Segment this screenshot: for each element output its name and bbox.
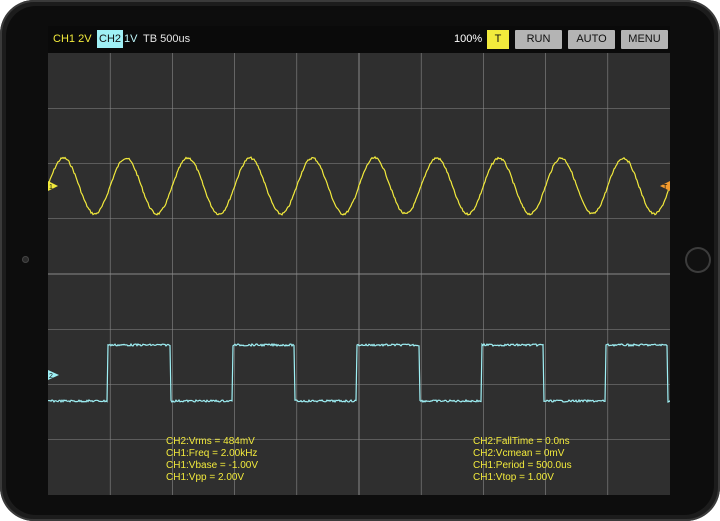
menu-button[interactable]: MENU (621, 30, 668, 49)
ch1-label: CH1 (53, 33, 76, 45)
tablet-frame: CH1 2V CH2 1V TB 500us 100% T RUN AUTO M… (0, 0, 720, 521)
measurement-ch1-vtop: CH1:Vtop = 1.00V (473, 472, 554, 483)
top-toolbar: CH1 2V CH2 1V TB 500us 100% T RUN AUTO M… (48, 26, 670, 53)
run-button[interactable]: RUN (515, 30, 562, 49)
ch1-scale: 2V (78, 33, 92, 45)
home-button[interactable] (685, 247, 711, 273)
measurement-ch1-freq: CH1:Freq = 2.00kHz (166, 448, 258, 459)
ch1-marker-text: 1 (49, 184, 53, 191)
ch2-label[interactable]: CH2 (97, 30, 124, 48)
measurement-ch2-vcmean: CH2:Vcmean = 0mV (473, 448, 565, 459)
measurement-ch1-period: CH1:Period = 500.0us (473, 460, 572, 471)
ch1-indicator[interactable]: CH1 2V (53, 33, 92, 46)
timebase-label[interactable]: TB 500us (143, 33, 190, 46)
waveform-display[interactable]: 1 2 T (48, 53, 670, 495)
measurements-left: CH2:Vrms = 484mV CH1:Freq = 2.00kHz CH1:… (166, 436, 258, 484)
measurement-ch1-vpp: CH1:Vpp = 2.00V (166, 472, 245, 483)
trigger-button[interactable]: T (487, 30, 509, 49)
measurement-ch2-falltime: CH2:FallTime = 0.0ns (473, 436, 570, 447)
trigger-marker-text: T (663, 184, 668, 191)
measurement-ch1-vbase: CH1:Vbase = -1.00V (166, 460, 258, 471)
auto-button[interactable]: AUTO (568, 30, 615, 49)
measurement-ch2-vrms: CH2:Vrms = 484mV (166, 436, 255, 447)
zoom-level: 100% (454, 33, 483, 45)
ch2-marker-text: 2 (49, 373, 53, 380)
ch2-scale[interactable]: 1V (124, 33, 137, 46)
measurements-right: CH2:FallTime = 0.0ns CH2:Vcmean = 0mV CH… (473, 436, 572, 484)
oscilloscope-screen: CH1 2V CH2 1V TB 500us 100% T RUN AUTO M… (48, 26, 670, 495)
camera-icon (22, 256, 29, 263)
